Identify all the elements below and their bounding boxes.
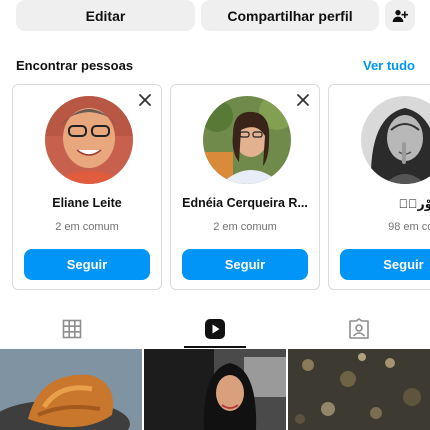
post-thumbnail[interactable]	[144, 349, 286, 430]
tab-tagged[interactable]	[287, 310, 430, 348]
suggestions-header: Encontrar pessoas Ver tudo	[16, 56, 415, 76]
see-all-link[interactable]: Ver tudo	[363, 58, 415, 73]
active-tab-indicator	[184, 346, 246, 348]
avatar[interactable]	[203, 96, 291, 184]
tagged-icon	[348, 318, 369, 339]
profile-actions: Editar Compartilhar perfil	[0, 0, 430, 34]
discover-people-button[interactable]	[385, 0, 415, 31]
suggestion-name: Eliane Leite	[52, 196, 122, 210]
tab-reels[interactable]	[143, 310, 286, 348]
avatar[interactable]	[361, 96, 430, 184]
follow-button[interactable]: Seguir	[340, 249, 430, 280]
suggestion-card: نُوْرِهٖ 98 em comum Seguir	[328, 84, 430, 290]
follow-button[interactable]: Seguir	[182, 249, 308, 280]
mutual-count: 2 em comum	[55, 221, 119, 233]
post-thumbnail[interactable]	[0, 349, 142, 430]
avatar[interactable]	[45, 96, 133, 184]
suggestion-card: Eliane Leite 2 em comum Seguir	[12, 84, 162, 290]
suggestions-title: Encontrar pessoas	[16, 58, 134, 73]
close-icon[interactable]	[138, 93, 152, 107]
suggestion-name: نُوْرِهٖ	[398, 197, 430, 211]
reels-icon	[204, 319, 225, 339]
suggestion-card: Ednéia Cerqueira R... 2 em comum Seguir	[170, 84, 320, 290]
suggestion-name: Ednéia Cerqueira R...	[182, 196, 308, 210]
share-profile-button[interactable]: Compartilhar perfil	[201, 0, 379, 31]
mutual-count: 98 em comum	[388, 221, 430, 233]
post-thumbnail[interactable]	[288, 349, 430, 430]
follow-button[interactable]: Seguir	[24, 249, 150, 280]
add-user-icon	[392, 9, 408, 22]
edit-profile-button[interactable]: Editar	[16, 0, 195, 31]
media-grid	[0, 349, 430, 430]
mutual-count: 2 em comum	[213, 221, 277, 233]
close-icon[interactable]	[296, 93, 310, 107]
grid-icon	[62, 319, 81, 339]
profile-tabs	[0, 310, 430, 348]
tab-posts[interactable]	[0, 310, 143, 348]
